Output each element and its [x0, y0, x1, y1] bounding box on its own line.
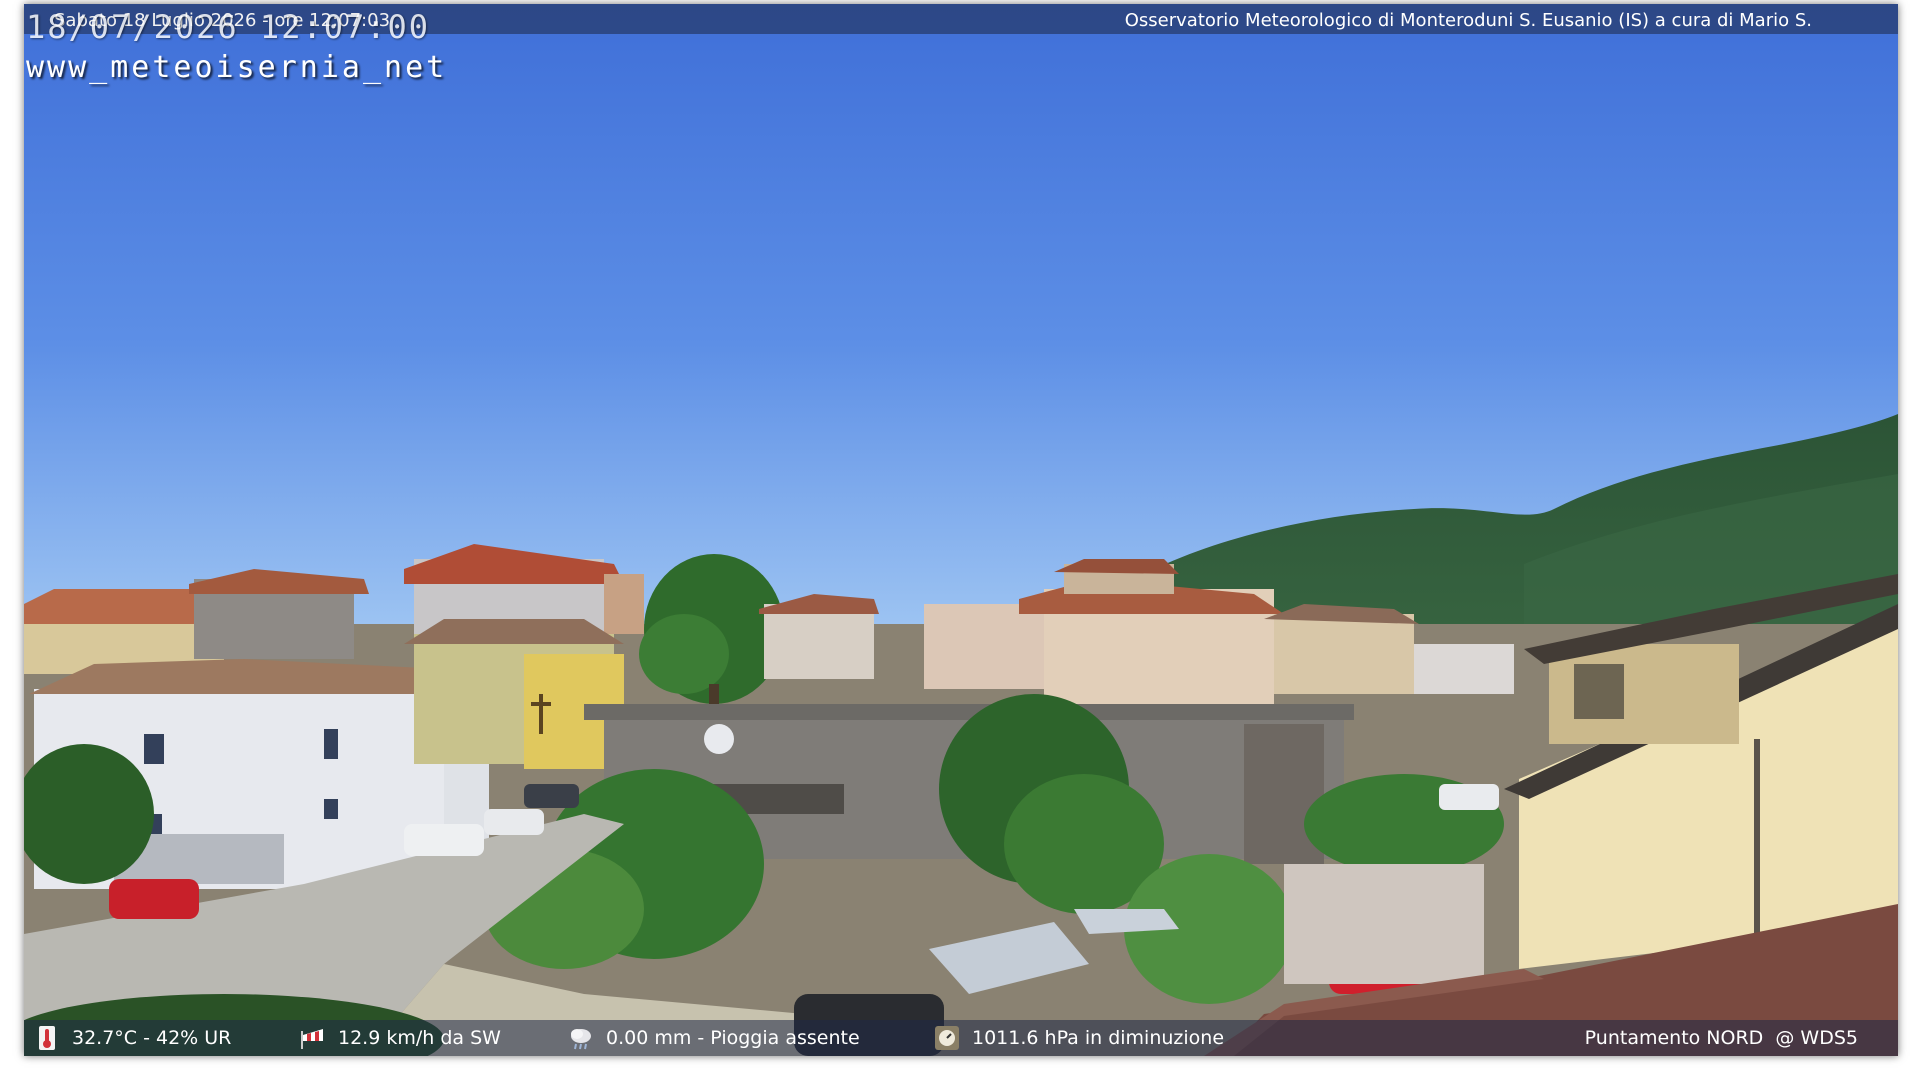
observatory-title: Osservatorio Meteorologico di Monterodun… [1124, 10, 1812, 31]
pressure-value: 1011.6 hPa in diminuzione [972, 1027, 1225, 1049]
temperature-stat: 32.7°C - 42% UR [34, 1020, 231, 1056]
rain-cloud-icon [568, 1025, 594, 1051]
barometer-icon [934, 1025, 960, 1051]
garden-wall [1284, 864, 1484, 984]
site-watermark: www_meteoisernia_net [26, 50, 448, 85]
yellow-building [404, 619, 624, 769]
windsock-icon [300, 1025, 326, 1051]
rain-value: 0.00 mm - Pioggia assente [606, 1027, 860, 1049]
pointing-stat: Puntamento NORD @ WDS5 [1585, 1020, 1858, 1056]
temperature-value: 32.7°C - 42% UR [72, 1027, 232, 1049]
webcam-scene [24, 4, 1898, 1056]
pointing-value: Puntamento NORD @ WDS5 [1584, 1027, 1858, 1049]
pressure-stat: 1011.6 hPa in diminuzione [934, 1020, 1224, 1056]
wind-value: 12.9 km/h da SW [338, 1027, 501, 1049]
webcam-frame: Sabato 18 Luglio 2026 - ore 12:07:03 Oss… [24, 4, 1898, 1056]
rain-stat: 0.00 mm - Pioggia assente [568, 1020, 860, 1056]
wind-stat: 12.9 km/h da SW [300, 1020, 501, 1056]
weather-bar: 32.7°C - 42% UR 12.9 km/h da SW 0.00 mm … [24, 1020, 1898, 1056]
thermometer-icon [34, 1025, 60, 1051]
camera-timestamp: 18/07/2026 12:07:00 [26, 8, 431, 46]
